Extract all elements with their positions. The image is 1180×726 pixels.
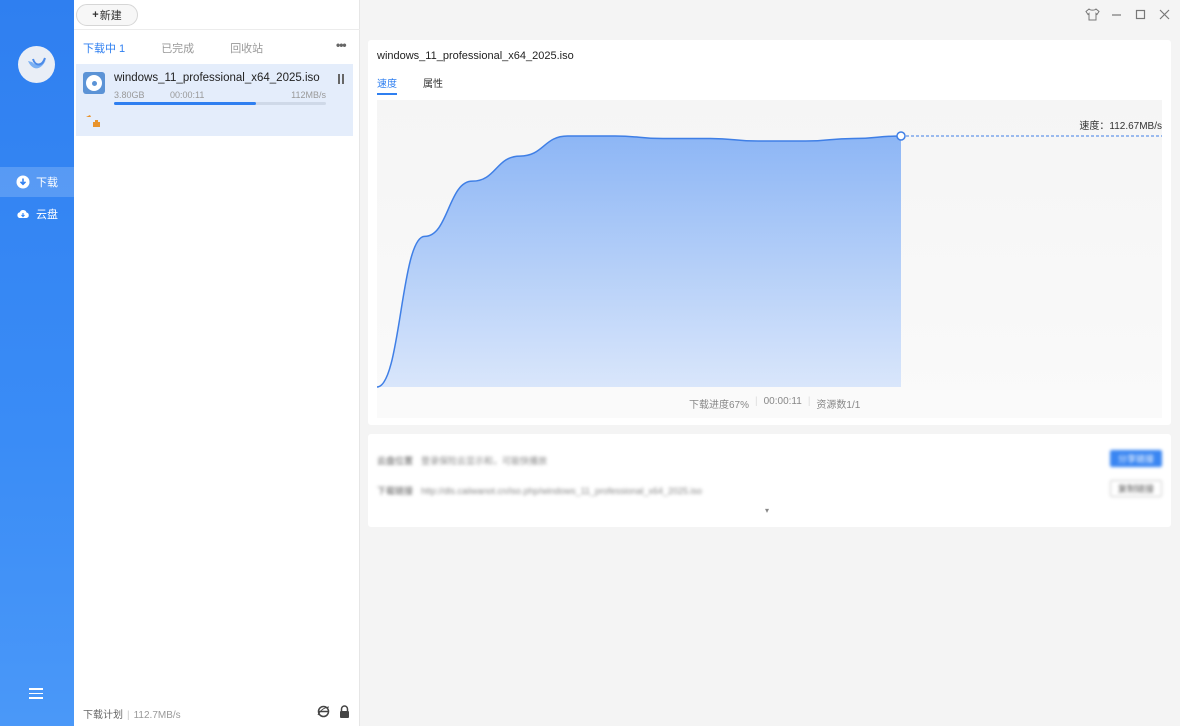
footer-status: 下载计划 | 112.7MB/s bbox=[83, 710, 181, 721]
tab-recycle-bin[interactable]: 回收站 bbox=[230, 40, 263, 56]
speed-point bbox=[896, 131, 906, 141]
share-link-button[interactable]: 分享链接 bbox=[1110, 450, 1162, 467]
skin-icon[interactable] bbox=[1084, 6, 1100, 22]
download-link-row: 下载链接 http://dls.caiiwanot.cn/iso.php/wind… bbox=[377, 486, 703, 496]
speed-chart bbox=[377, 131, 1162, 388]
plus-icon: + bbox=[92, 9, 99, 21]
tab-properties[interactable]: 属性 bbox=[423, 75, 443, 95]
more-icon[interactable]: ••• bbox=[336, 38, 347, 52]
browser-icon[interactable] bbox=[317, 705, 330, 718]
disc-image-icon bbox=[83, 72, 105, 94]
sidebar-item-cloud[interactable]: 云盘 bbox=[0, 199, 74, 229]
task-row[interactable]: windows_11_professional_x64_2025.iso 3.8… bbox=[76, 64, 353, 136]
current-speed-label: 速度：112.67MB/s bbox=[1079, 121, 1162, 132]
cloud-icon bbox=[16, 207, 30, 221]
elapsed-time: 00:00:11 bbox=[763, 396, 802, 407]
chevron-down-icon[interactable]: ▾ bbox=[765, 506, 769, 515]
speed-chart-area bbox=[377, 100, 1162, 418]
sidebar-item-label: 下载 bbox=[36, 177, 58, 189]
task-list-panel: + 新建 下载中 1 已完成 回收站 ••• windows_11_profes… bbox=[74, 0, 360, 726]
menu-icon[interactable] bbox=[29, 688, 43, 700]
download-plan-link[interactable]: 下载计划 bbox=[83, 710, 123, 721]
total-rate: 112.7MB/s bbox=[133, 710, 181, 721]
copy-link-button[interactable]: 复制链接 bbox=[1110, 480, 1162, 497]
list-tabs: 下载中 1 已完成 回收站 bbox=[83, 40, 299, 56]
task-size: 3.80GB bbox=[114, 90, 145, 100]
detail-tabs: 速度 属性 bbox=[377, 75, 469, 95]
window-controls bbox=[1076, 6, 1172, 22]
task-name: windows_11_professional_x64_2025.iso bbox=[114, 72, 320, 84]
speed-area bbox=[377, 136, 901, 387]
accelerate-icon bbox=[85, 114, 101, 128]
sidebar-item-label: 云盘 bbox=[36, 209, 58, 221]
maximize-icon[interactable] bbox=[1132, 6, 1148, 22]
detail-title: windows_11_professional_x64_2025.iso bbox=[377, 50, 574, 62]
minimize-icon[interactable] bbox=[1108, 6, 1124, 22]
new-task-button[interactable]: + 新建 bbox=[76, 4, 138, 26]
app-logo bbox=[18, 46, 55, 83]
chart-stats: 下载进度67% | 00:00:11 | 资源数1/1 bbox=[689, 396, 861, 411]
detail-card: windows_11_professional_x64_2025.iso 速度 … bbox=[368, 40, 1171, 425]
source-count: 资源数1/1 bbox=[816, 400, 861, 411]
divider bbox=[74, 29, 360, 30]
pause-icon[interactable] bbox=[338, 73, 346, 84]
lock-icon[interactable] bbox=[339, 705, 350, 718]
tab-downloading[interactable]: 下载中 1 bbox=[83, 40, 125, 56]
cloud-location-row: 云盘位置 登录保险云显示和，可能快播放 bbox=[377, 456, 548, 466]
tab-speed[interactable]: 速度 bbox=[377, 75, 397, 95]
sidebar-item-download[interactable]: 下载 bbox=[0, 167, 74, 197]
tab-completed[interactable]: 已完成 bbox=[161, 40, 194, 56]
task-time: 00:00:11 bbox=[170, 90, 205, 100]
close-icon[interactable] bbox=[1156, 6, 1172, 22]
task-progress-fill bbox=[114, 102, 257, 105]
task-speed: 112MB/s bbox=[291, 90, 326, 100]
side-nav: 下载 云盘 bbox=[0, 0, 74, 726]
task-progress-bar bbox=[114, 102, 326, 105]
download-icon bbox=[16, 175, 30, 189]
info-card: 云盘位置 登录保险云显示和，可能快播放 下载链接 http://dls.caiiwa… bbox=[368, 434, 1171, 527]
progress-text: 下载进度67% bbox=[689, 400, 750, 411]
